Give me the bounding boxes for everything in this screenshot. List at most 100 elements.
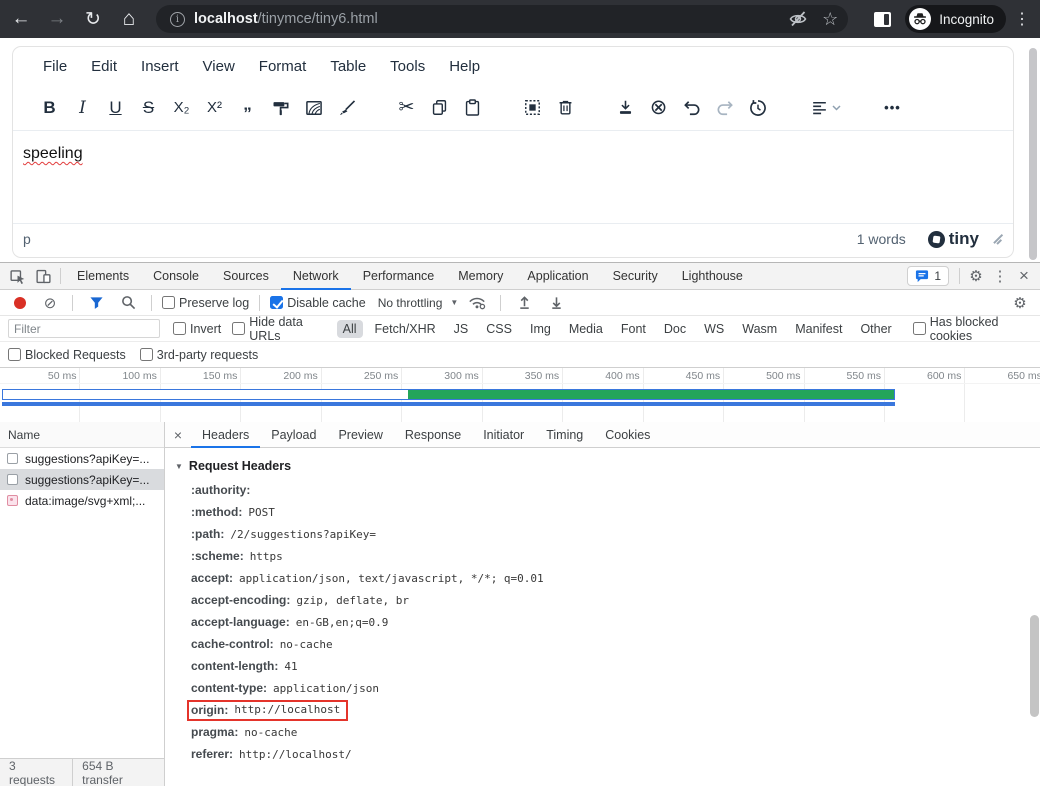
network-settings-icon[interactable]: ⚙ xyxy=(1008,294,1032,312)
copy-button[interactable] xyxy=(423,91,456,124)
filter-type-doc[interactable]: Doc xyxy=(658,320,692,338)
subscript-button[interactable]: X₂ xyxy=(165,91,198,124)
name-column-header[interactable]: Name xyxy=(0,422,164,448)
restore-draft-icon[interactable] xyxy=(741,91,774,124)
menu-file[interactable]: File xyxy=(33,53,77,80)
devtools-tab-console[interactable]: Console xyxy=(141,263,211,290)
devtools-settings-icon[interactable]: ⚙ xyxy=(964,267,988,285)
permanent-pen-icon[interactable] xyxy=(330,91,363,124)
filter-type-css[interactable]: CSS xyxy=(480,320,518,338)
resize-handle-icon[interactable] xyxy=(993,234,1003,244)
blocked-requests-checkbox[interactable]: Blocked Requests xyxy=(8,348,126,362)
devtools-tab-lighthouse[interactable]: Lighthouse xyxy=(670,263,755,290)
bookmark-star-icon[interactable]: ☆ xyxy=(822,9,838,30)
home-icon[interactable]: ⌂ xyxy=(114,4,144,34)
request-row[interactable]: suggestions?apiKey=... xyxy=(0,448,164,469)
import-har-icon[interactable] xyxy=(511,292,537,314)
filter-type-manifest[interactable]: Manifest xyxy=(789,320,848,338)
disable-cache-checkbox[interactable]: Disable cache xyxy=(270,296,366,310)
preserve-log-checkbox[interactable]: Preserve log xyxy=(162,296,249,310)
back-icon[interactable]: ← xyxy=(6,4,36,34)
record-icon[interactable] xyxy=(14,297,26,309)
devtools-tab-network[interactable]: Network xyxy=(281,263,351,290)
throttling-select[interactable]: No throttling ▼ xyxy=(378,296,459,310)
cancel-button[interactable]: ⊗ xyxy=(642,91,675,124)
detail-tab-payload[interactable]: Payload xyxy=(260,422,327,448)
select-all-icon[interactable] xyxy=(516,91,549,124)
eye-off-icon[interactable] xyxy=(788,9,808,29)
filter-type-media[interactable]: Media xyxy=(563,320,609,338)
export-button[interactable] xyxy=(609,91,642,124)
devtools-tab-application[interactable]: Application xyxy=(515,263,600,290)
editor-content[interactable]: speeling xyxy=(13,131,1013,223)
filter-type-fetch-xhr[interactable]: Fetch/XHR xyxy=(369,320,442,338)
element-path[interactable]: p xyxy=(23,231,31,247)
hide-data-urls-checkbox[interactable]: Hide data URLs xyxy=(232,315,327,343)
request-row[interactable]: data:image/svg+xml;... xyxy=(0,490,164,511)
forward-icon[interactable]: → xyxy=(42,4,72,34)
devtools-menu-icon[interactable]: ⋮ xyxy=(988,267,1012,285)
detail-tab-cookies[interactable]: Cookies xyxy=(594,422,661,448)
filter-input[interactable] xyxy=(8,319,160,338)
undo-button[interactable] xyxy=(675,91,708,124)
underline-button[interactable]: U xyxy=(99,91,132,124)
third-party-checkbox[interactable]: 3rd-party requests xyxy=(140,348,258,362)
side-panel-icon[interactable] xyxy=(874,12,891,27)
clear-icon[interactable]: ⊘ xyxy=(38,294,62,312)
image-button[interactable] xyxy=(297,91,330,124)
filter-type-wasm[interactable]: Wasm xyxy=(736,320,783,338)
more-toolbar-icon[interactable]: ••• xyxy=(876,91,909,124)
devtools-tab-sources[interactable]: Sources xyxy=(211,263,281,290)
site-info-icon[interactable]: i xyxy=(170,12,185,27)
align-dropdown[interactable] xyxy=(801,91,849,124)
format-painter-icon[interactable] xyxy=(264,91,297,124)
close-detail-icon[interactable]: × xyxy=(165,427,191,443)
export-har-icon[interactable] xyxy=(543,292,569,314)
filter-type-font[interactable]: Font xyxy=(615,320,652,338)
menu-format[interactable]: Format xyxy=(249,53,317,80)
italic-button[interactable]: I xyxy=(66,91,99,124)
menu-tools[interactable]: Tools xyxy=(380,53,435,80)
menu-insert[interactable]: Insert xyxy=(131,53,189,80)
superscript-button[interactable]: X² xyxy=(198,91,231,124)
has-blocked-cookies-checkbox[interactable]: Has blocked cookies xyxy=(913,315,1032,343)
device-toolbar-icon[interactable] xyxy=(30,265,56,287)
search-icon[interactable] xyxy=(115,292,141,314)
devtools-close-icon[interactable]: × xyxy=(1012,266,1036,286)
menu-edit[interactable]: Edit xyxy=(81,53,127,80)
filter-type-all[interactable]: All xyxy=(337,320,363,338)
redo-button[interactable] xyxy=(708,91,741,124)
bold-button[interactable]: B xyxy=(33,91,66,124)
cut-button[interactable]: ✂ xyxy=(390,91,423,124)
filter-type-img[interactable]: Img xyxy=(524,320,557,338)
page-scrollbar[interactable] xyxy=(1029,48,1037,260)
request-headers-section[interactable]: ▼ Request Headers xyxy=(175,459,1040,473)
browser-menu-icon[interactable]: ⋮ xyxy=(1014,9,1030,29)
delete-icon[interactable] xyxy=(549,91,582,124)
filter-type-other[interactable]: Other xyxy=(854,320,897,338)
detail-tab-preview[interactable]: Preview xyxy=(327,422,393,448)
network-conditions-icon[interactable] xyxy=(464,292,490,314)
menu-view[interactable]: View xyxy=(193,53,245,80)
issues-counter[interactable]: 1 xyxy=(907,266,949,286)
detail-scrollbar[interactable] xyxy=(1030,615,1039,717)
reload-icon[interactable]: ↻ xyxy=(78,4,108,34)
paste-button[interactable] xyxy=(456,91,489,124)
tiny-brand[interactable]: tiny xyxy=(928,229,979,249)
devtools-tab-performance[interactable]: Performance xyxy=(351,263,447,290)
detail-tab-timing[interactable]: Timing xyxy=(535,422,594,448)
inspect-element-icon[interactable] xyxy=(4,265,30,287)
word-count[interactable]: 1 words xyxy=(857,231,906,247)
devtools-tab-memory[interactable]: Memory xyxy=(446,263,515,290)
strikethrough-button[interactable]: S xyxy=(132,91,165,124)
address-bar[interactable]: i localhost/tinymce/tiny6.html ☆ xyxy=(156,5,848,33)
menu-help[interactable]: Help xyxy=(439,53,490,80)
request-row[interactable]: suggestions?apiKey=... xyxy=(0,469,164,490)
filter-funnel-icon[interactable] xyxy=(83,292,109,314)
detail-tab-initiator[interactable]: Initiator xyxy=(472,422,535,448)
menu-table[interactable]: Table xyxy=(320,53,376,80)
devtools-tab-elements[interactable]: Elements xyxy=(65,263,141,290)
blockquote-button[interactable]: ” xyxy=(231,91,264,124)
filter-type-js[interactable]: JS xyxy=(448,320,475,338)
detail-tab-headers[interactable]: Headers xyxy=(191,422,260,448)
